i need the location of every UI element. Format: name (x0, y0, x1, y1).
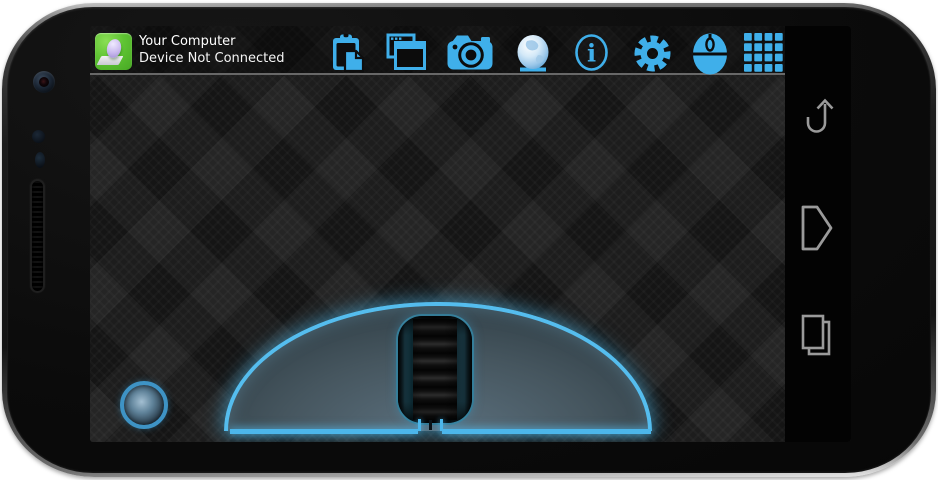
light-sensor (35, 152, 45, 168)
pointer-button[interactable] (120, 381, 168, 429)
recent-apps-icon (801, 314, 831, 356)
camera-icon (447, 35, 493, 70)
front-camera (33, 71, 55, 93)
windows-icon (386, 33, 426, 70)
mouse-bottom-edge-left (230, 429, 418, 434)
mouse-icon (693, 33, 727, 75)
mouse-button[interactable] (691, 33, 729, 75)
keyboard-button[interactable] (744, 33, 783, 72)
info-button[interactable]: i (574, 33, 609, 72)
proximity-sensor (32, 130, 45, 143)
back-icon (806, 98, 834, 133)
info-icon: i (575, 34, 608, 71)
scroll-wheel-shading (398, 316, 472, 423)
webcam-button[interactable] (514, 33, 552, 73)
home-icon (801, 205, 833, 251)
settings-gear-icon (634, 35, 671, 72)
svg-text:i: i (587, 39, 596, 68)
clipboard-paste-icon (333, 33, 365, 73)
screen: Your Computer Device Not Connected i (90, 26, 851, 442)
keyboard-grid-icon (744, 33, 783, 72)
camera-button[interactable] (446, 33, 494, 71)
mouse-button-divider-right (440, 419, 443, 431)
mouse-bottom-edge-right (442, 429, 651, 434)
connection-status: Device Not Connected (139, 51, 285, 66)
earpiece-speaker (30, 179, 45, 293)
app-bar: Your Computer Device Not Connected i (90, 26, 785, 75)
recent-apps-button[interactable] (799, 313, 837, 363)
settings-button[interactable] (632, 33, 673, 74)
mouse-button-divider-left (418, 419, 421, 431)
back-button[interactable] (799, 94, 837, 144)
scroll-wheel[interactable] (396, 314, 474, 425)
windows-button[interactable] (386, 33, 426, 71)
home-button[interactable] (799, 203, 837, 257)
webcam-icon (517, 35, 549, 72)
computer-name: Your Computer (139, 34, 236, 49)
system-navbar (785, 26, 851, 442)
clipboard-paste-button[interactable] (330, 33, 366, 73)
mouse-button-divider-gap (429, 420, 432, 430)
app-logo-icon (95, 33, 132, 70)
phone-mockup: Your Computer Device Not Connected i (0, 0, 938, 480)
connection-info: Your Computer Device Not Connected (139, 33, 285, 67)
